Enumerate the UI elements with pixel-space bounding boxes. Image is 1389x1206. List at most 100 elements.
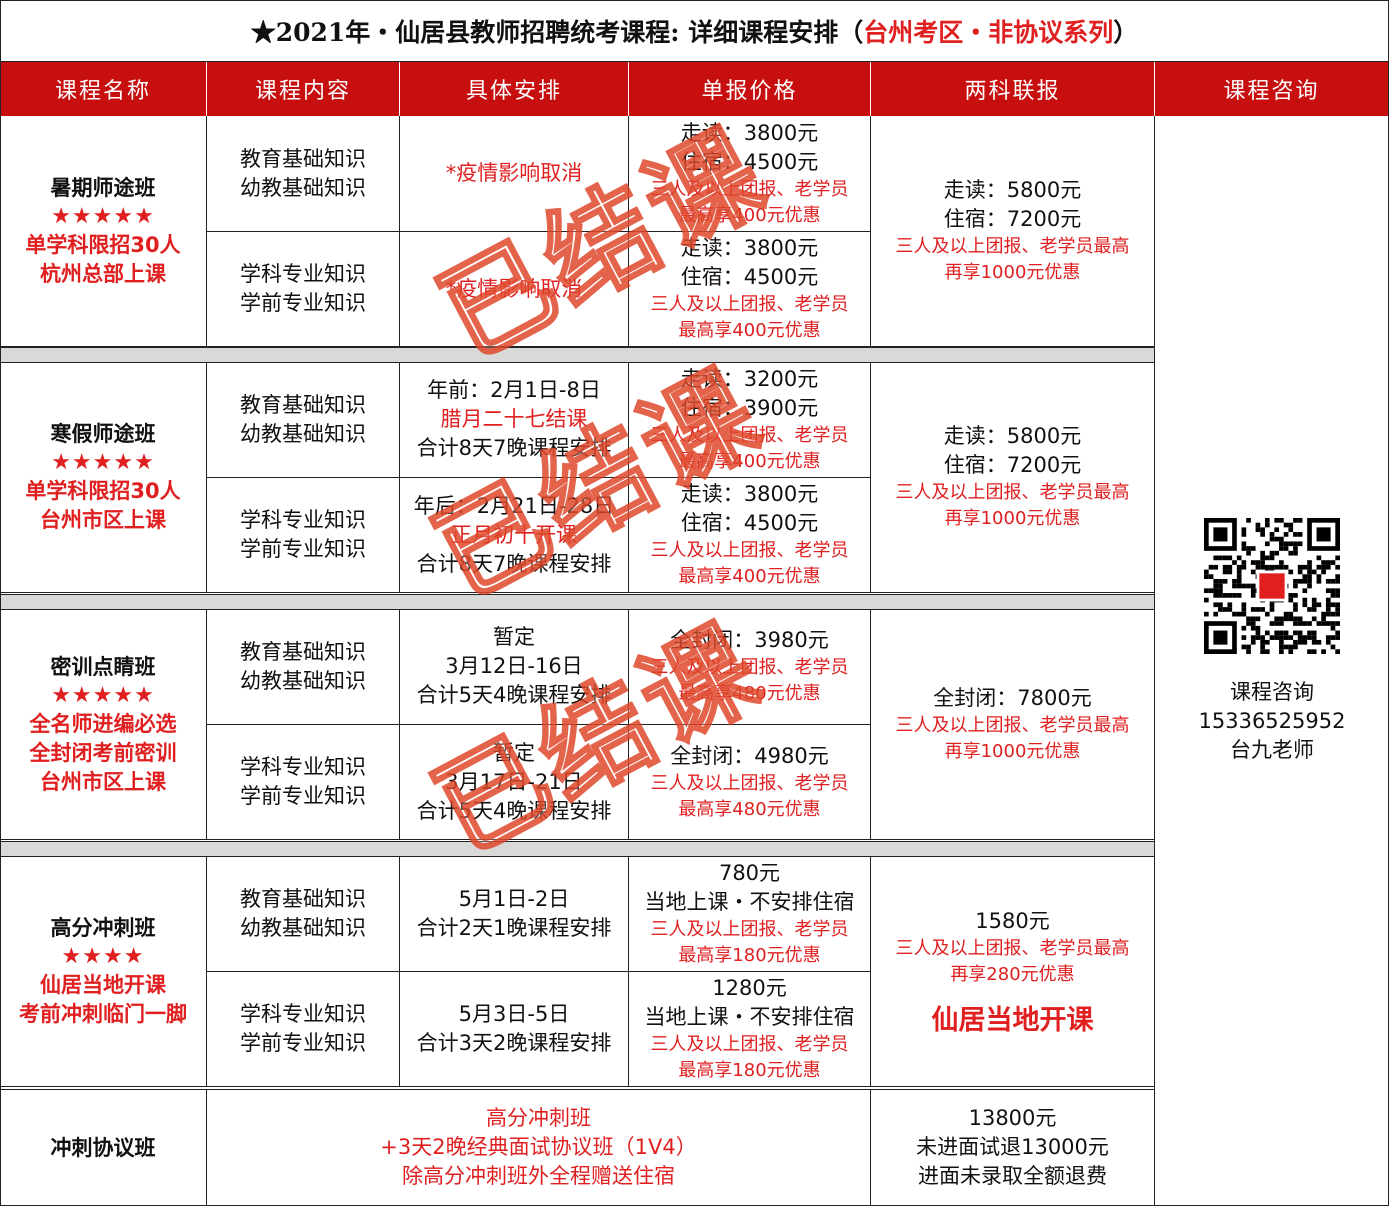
price-cell: 780元当地上课・不安排住宿 三人及以上团报、老学员 最高享180元优惠 <box>629 856 871 972</box>
combo-line: 1580元 <box>975 909 1050 933</box>
combo-line: 三人及以上团报、老学员最高 <box>895 714 1130 736</box>
content-line: 学科专业知识 <box>240 262 366 286</box>
protocol-desc-line: 高分冲刺班 <box>486 1106 591 1130</box>
course-content-cell: 学科专业知识 学前专业知识 <box>207 478 400 593</box>
course-name: 密训点睛班 <box>50 653 156 679</box>
content-line: 学前专业知识 <box>240 1031 366 1055</box>
content-line: 幼教基础知识 <box>240 668 366 693</box>
course-note: 仙居当地开课 <box>40 973 166 997</box>
combo-price-cell: 1580元三人及以上团报、老学员最高 再享280元优惠仙居当地开课 <box>871 856 1155 1087</box>
consult-label: 课程咨询 <box>1229 679 1314 704</box>
course-content-cell: 教育基础知识 幼教基础知识 <box>207 362 400 478</box>
course-name-cell: 暑期师途班 ★★★★★ 单学科限招30人 杭州总部上课 <box>0 116 207 347</box>
course-note: 台州市区上课 <box>40 769 166 794</box>
combo-price-cell: 走读：5800元 住宿：7200元 三人及以上团报、老学员最高 再享1000元优惠 <box>871 116 1155 347</box>
protocol-desc-line: +3天2晚经典面试协议班（1V4） <box>380 1135 697 1159</box>
course-content-cell: 学科专业知识 学前专业知识 <box>207 725 400 840</box>
page-title: ★2021年・仙居县教师招聘统考课程: 详细课程安排（ 台州考区・非协议系列 ） <box>0 0 1389 62</box>
course-note: 单学科限招30人 <box>25 479 181 503</box>
course-note: 台州市区上课 <box>40 508 166 532</box>
protocol-name-cell: 冲刺协议班 <box>0 1090 207 1206</box>
combo-line: 住宿：7200元 <box>943 207 1082 231</box>
course-name: 寒假师途班 <box>50 421 156 446</box>
course-content-cell: 学科专业知识 学前专业知识 <box>207 972 400 1087</box>
protocol-desc-cell: 高分冲刺班 +3天2晚经典面试协议班（1V4） 除高分冲刺班外全程赠送住宿 <box>207 1090 871 1206</box>
price-line: 780元 <box>718 860 781 885</box>
schedule-line: 合计2天1晚课程安排 <box>416 915 612 940</box>
price-line: 当地上课・不安排住宿 <box>644 889 855 914</box>
title-prefix: ★2021年・仙居县教师招聘统考课程: 详细课程安排（ <box>250 18 864 47</box>
course-content-cell: 教育基础知识 幼教基础知识 <box>207 856 400 972</box>
local-class-note: 仙居当地开课 <box>931 1005 1094 1036</box>
protocol-price-line: 未进面试退13000元 <box>916 1135 1109 1159</box>
course-note: 杭州总部上课 <box>40 262 166 286</box>
price-line: 三人及以上团报、老学员 <box>650 1034 849 1055</box>
price-line: 最高享180元优惠 <box>678 1060 821 1081</box>
header-5: 课程咨询 <box>1155 62 1389 116</box>
combo-line: 三人及以上团报、老学员最高 <box>895 938 1130 959</box>
price-line: 最高享480元优惠 <box>678 798 821 820</box>
protocol-name: 冲刺协议班 <box>50 1135 156 1160</box>
combo-line: 全封闭：7800元 <box>933 685 1092 710</box>
schedule-cell: 5月1日-2日合计2天1晚课程安排 <box>400 856 629 972</box>
content-line: 教育基础知识 <box>240 146 366 171</box>
combo-price-cell: 走读：5800元 住宿：7200元 三人及以上团报、老学员最高 再享1000元优惠 <box>871 362 1155 593</box>
schedule-line: 5月1日-2日 <box>458 886 570 911</box>
course-content-cell: 教育基础知识 幼教基础知识 <box>207 116 400 232</box>
content-line: 学科专业知识 <box>240 1002 366 1026</box>
qr-code[interactable] <box>1204 517 1340 654</box>
price-line: 住宿：4500元 <box>680 511 819 535</box>
course-name-cell: 密训点睛班 ★★★★★ 全名师进编必选 全封闭考前密训 台州市区上课 <box>0 609 207 840</box>
content-line: 幼教基础知识 <box>240 421 366 446</box>
row-border <box>0 1089 1155 1090</box>
content-line: 幼教基础知识 <box>240 915 366 940</box>
schedule-line: 5月3日-5日 <box>458 1002 570 1026</box>
price-line: 当地上课・不安排住宿 <box>644 1005 855 1029</box>
combo-line: 走读：5800元 <box>943 424 1082 448</box>
course-note: 全封闭考前密训 <box>29 740 177 765</box>
course-name: 暑期师途班 <box>50 175 156 200</box>
header-2: 具体安排 <box>400 62 629 116</box>
rating-stars: ★★★★ <box>61 944 145 969</box>
content-line: 学科专业知识 <box>240 508 366 532</box>
course-content-cell: 学科专业知识 学前专业知识 <box>207 232 400 347</box>
course-note: 考前冲刺临门一脚 <box>19 1002 187 1026</box>
title-suffix: ） <box>1113 18 1139 47</box>
content-line: 教育基础知识 <box>240 639 366 664</box>
schedule-line: 暂定 <box>493 625 535 649</box>
consult-teacher: 台九老师 <box>1229 737 1314 762</box>
course-content-cell: 教育基础知识 幼教基础知识 <box>207 609 400 725</box>
header-0: 课程名称 <box>0 62 207 116</box>
brand-logo-icon <box>1256 570 1288 601</box>
protocol-price-cell: 13800元 未进面试退13000元 进面未录取全额退费 <box>871 1090 1155 1206</box>
course-note: 全名师进编必选 <box>29 711 177 736</box>
combo-price-cell: 全封闭：7800元三人及以上团报、老学员最高 再享1000元优惠 <box>871 609 1155 840</box>
schedule-line: 合计3天2晚课程安排 <box>416 1031 612 1055</box>
header-4: 两科联报 <box>871 62 1155 116</box>
rating-stars: ★★★★★ <box>51 450 155 475</box>
content-line: 学前专业知识 <box>240 291 366 315</box>
price-cell: 1280元 当地上课・不安排住宿 三人及以上团报、老学员 最高享180元优惠 <box>629 972 871 1087</box>
section-divider <box>0 594 1155 610</box>
combo-line: 住宿：7200元 <box>943 453 1082 477</box>
header-1: 课程内容 <box>207 62 400 116</box>
combo-line: 三人及以上团报、老学员最高 <box>895 236 1130 257</box>
consult-phone[interactable]: 15336525952 <box>1199 707 1346 736</box>
content-line: 教育基础知识 <box>240 886 366 911</box>
combo-line: 再享1000元优惠 <box>944 740 1081 762</box>
price-line: 最高享180元优惠 <box>678 944 821 966</box>
combo-line: 三人及以上团报、老学员最高 <box>895 482 1130 503</box>
price-line: 三人及以上团报、老学员 <box>650 294 849 315</box>
course-name: 高分冲刺班 <box>50 915 156 940</box>
price-line: 三人及以上团报、老学员 <box>650 918 849 940</box>
content-line: 学前专业知识 <box>240 537 366 561</box>
protocol-price-line: 进面未录取全额退费 <box>918 1164 1107 1188</box>
schedule-cell: 5月3日-5日合计3天2晚课程安排 <box>400 972 629 1087</box>
title-highlight: 台州考区・非协议系列 <box>863 18 1114 47</box>
section-divider <box>0 841 1155 857</box>
consult-panel: 课程咨询 15336525952 台九老师 <box>1155 116 1389 1206</box>
course-name-cell: 高分冲刺班 ★★★★ 仙居当地开课 考前冲刺临门一脚 <box>0 856 207 1087</box>
content-line: 学科专业知识 <box>240 755 366 779</box>
rating-stars: ★★★★★ <box>51 204 155 229</box>
combo-line: 再享280元优惠 <box>950 964 1075 985</box>
